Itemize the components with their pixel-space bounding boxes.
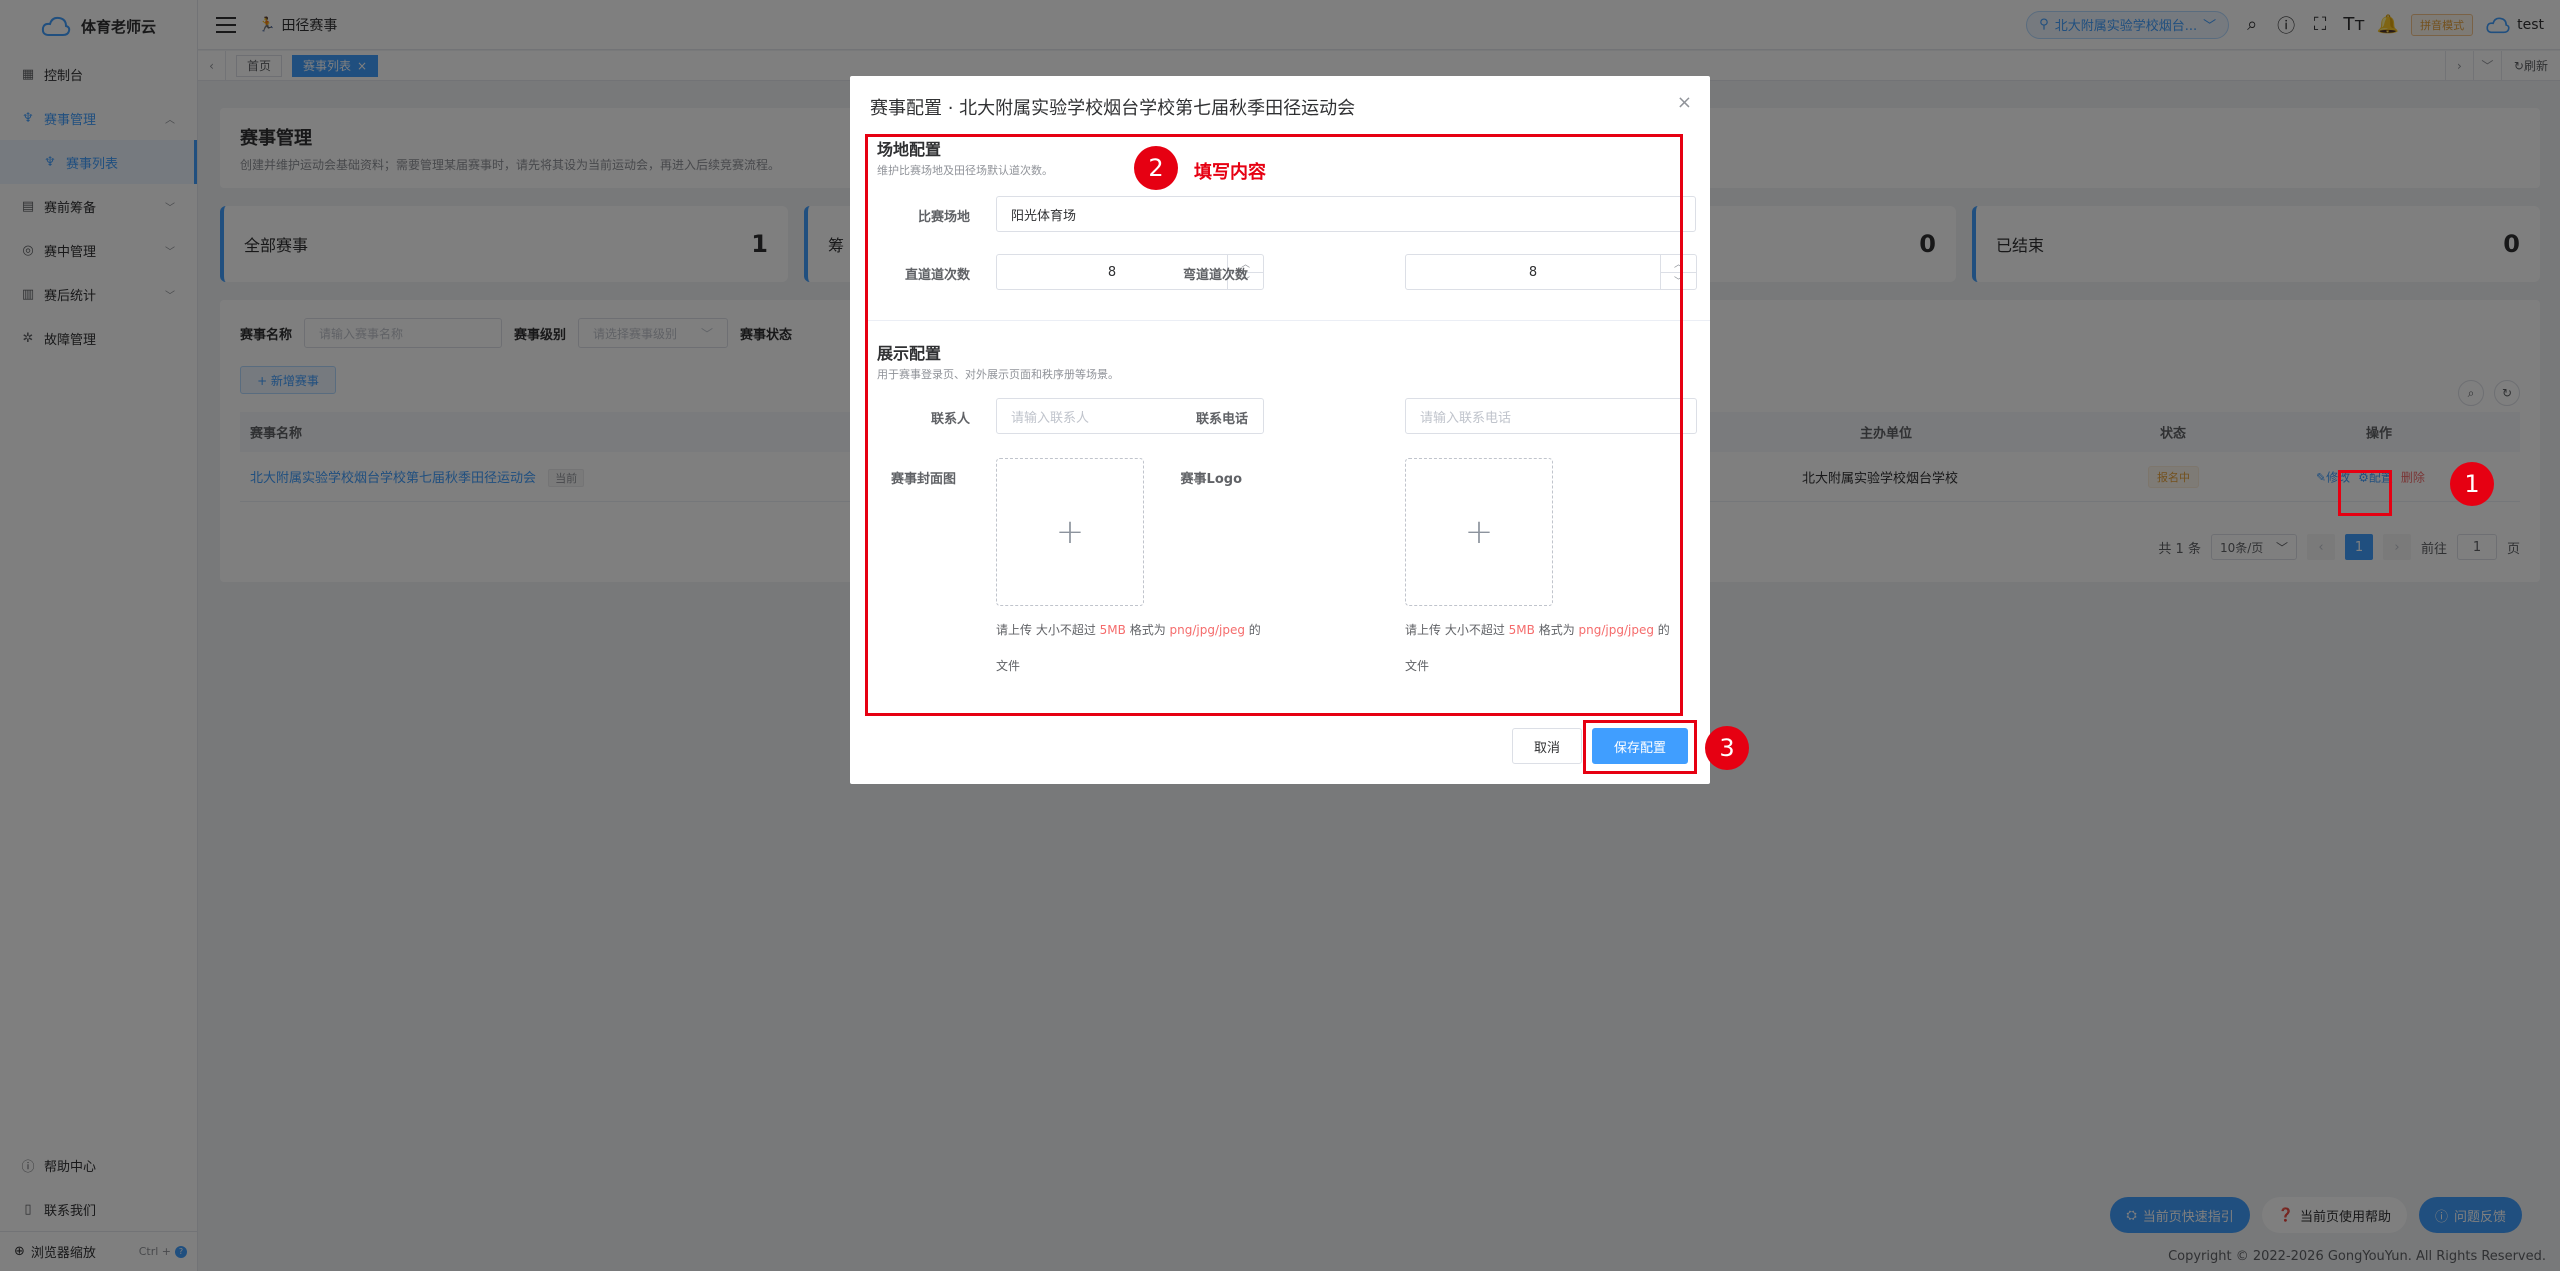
- cancel-button[interactable]: 取消: [1512, 728, 1582, 764]
- annotation-box-form: [865, 134, 1683, 716]
- annotation-box-config: [2338, 470, 2392, 516]
- annotation-badge-1: 1: [2450, 462, 2494, 506]
- close-icon[interactable]: ×: [1677, 92, 1692, 113]
- annotation-box-save: [1583, 720, 1697, 774]
- dialog-title: 赛事配置 · 北大附属实验学校烟台学校第七届秋季田径运动会: [870, 98, 1356, 119]
- annotation-badge-2: 2: [1134, 146, 1178, 190]
- annotation-badge-3: 3: [1705, 726, 1749, 770]
- event-config-dialog: 赛事配置 · 北大附属实验学校烟台学校第七届秋季田径运动会 × 场地配置 维护比…: [850, 76, 1749, 784]
- annotation-note-fill: 填写内容: [1194, 162, 1266, 183]
